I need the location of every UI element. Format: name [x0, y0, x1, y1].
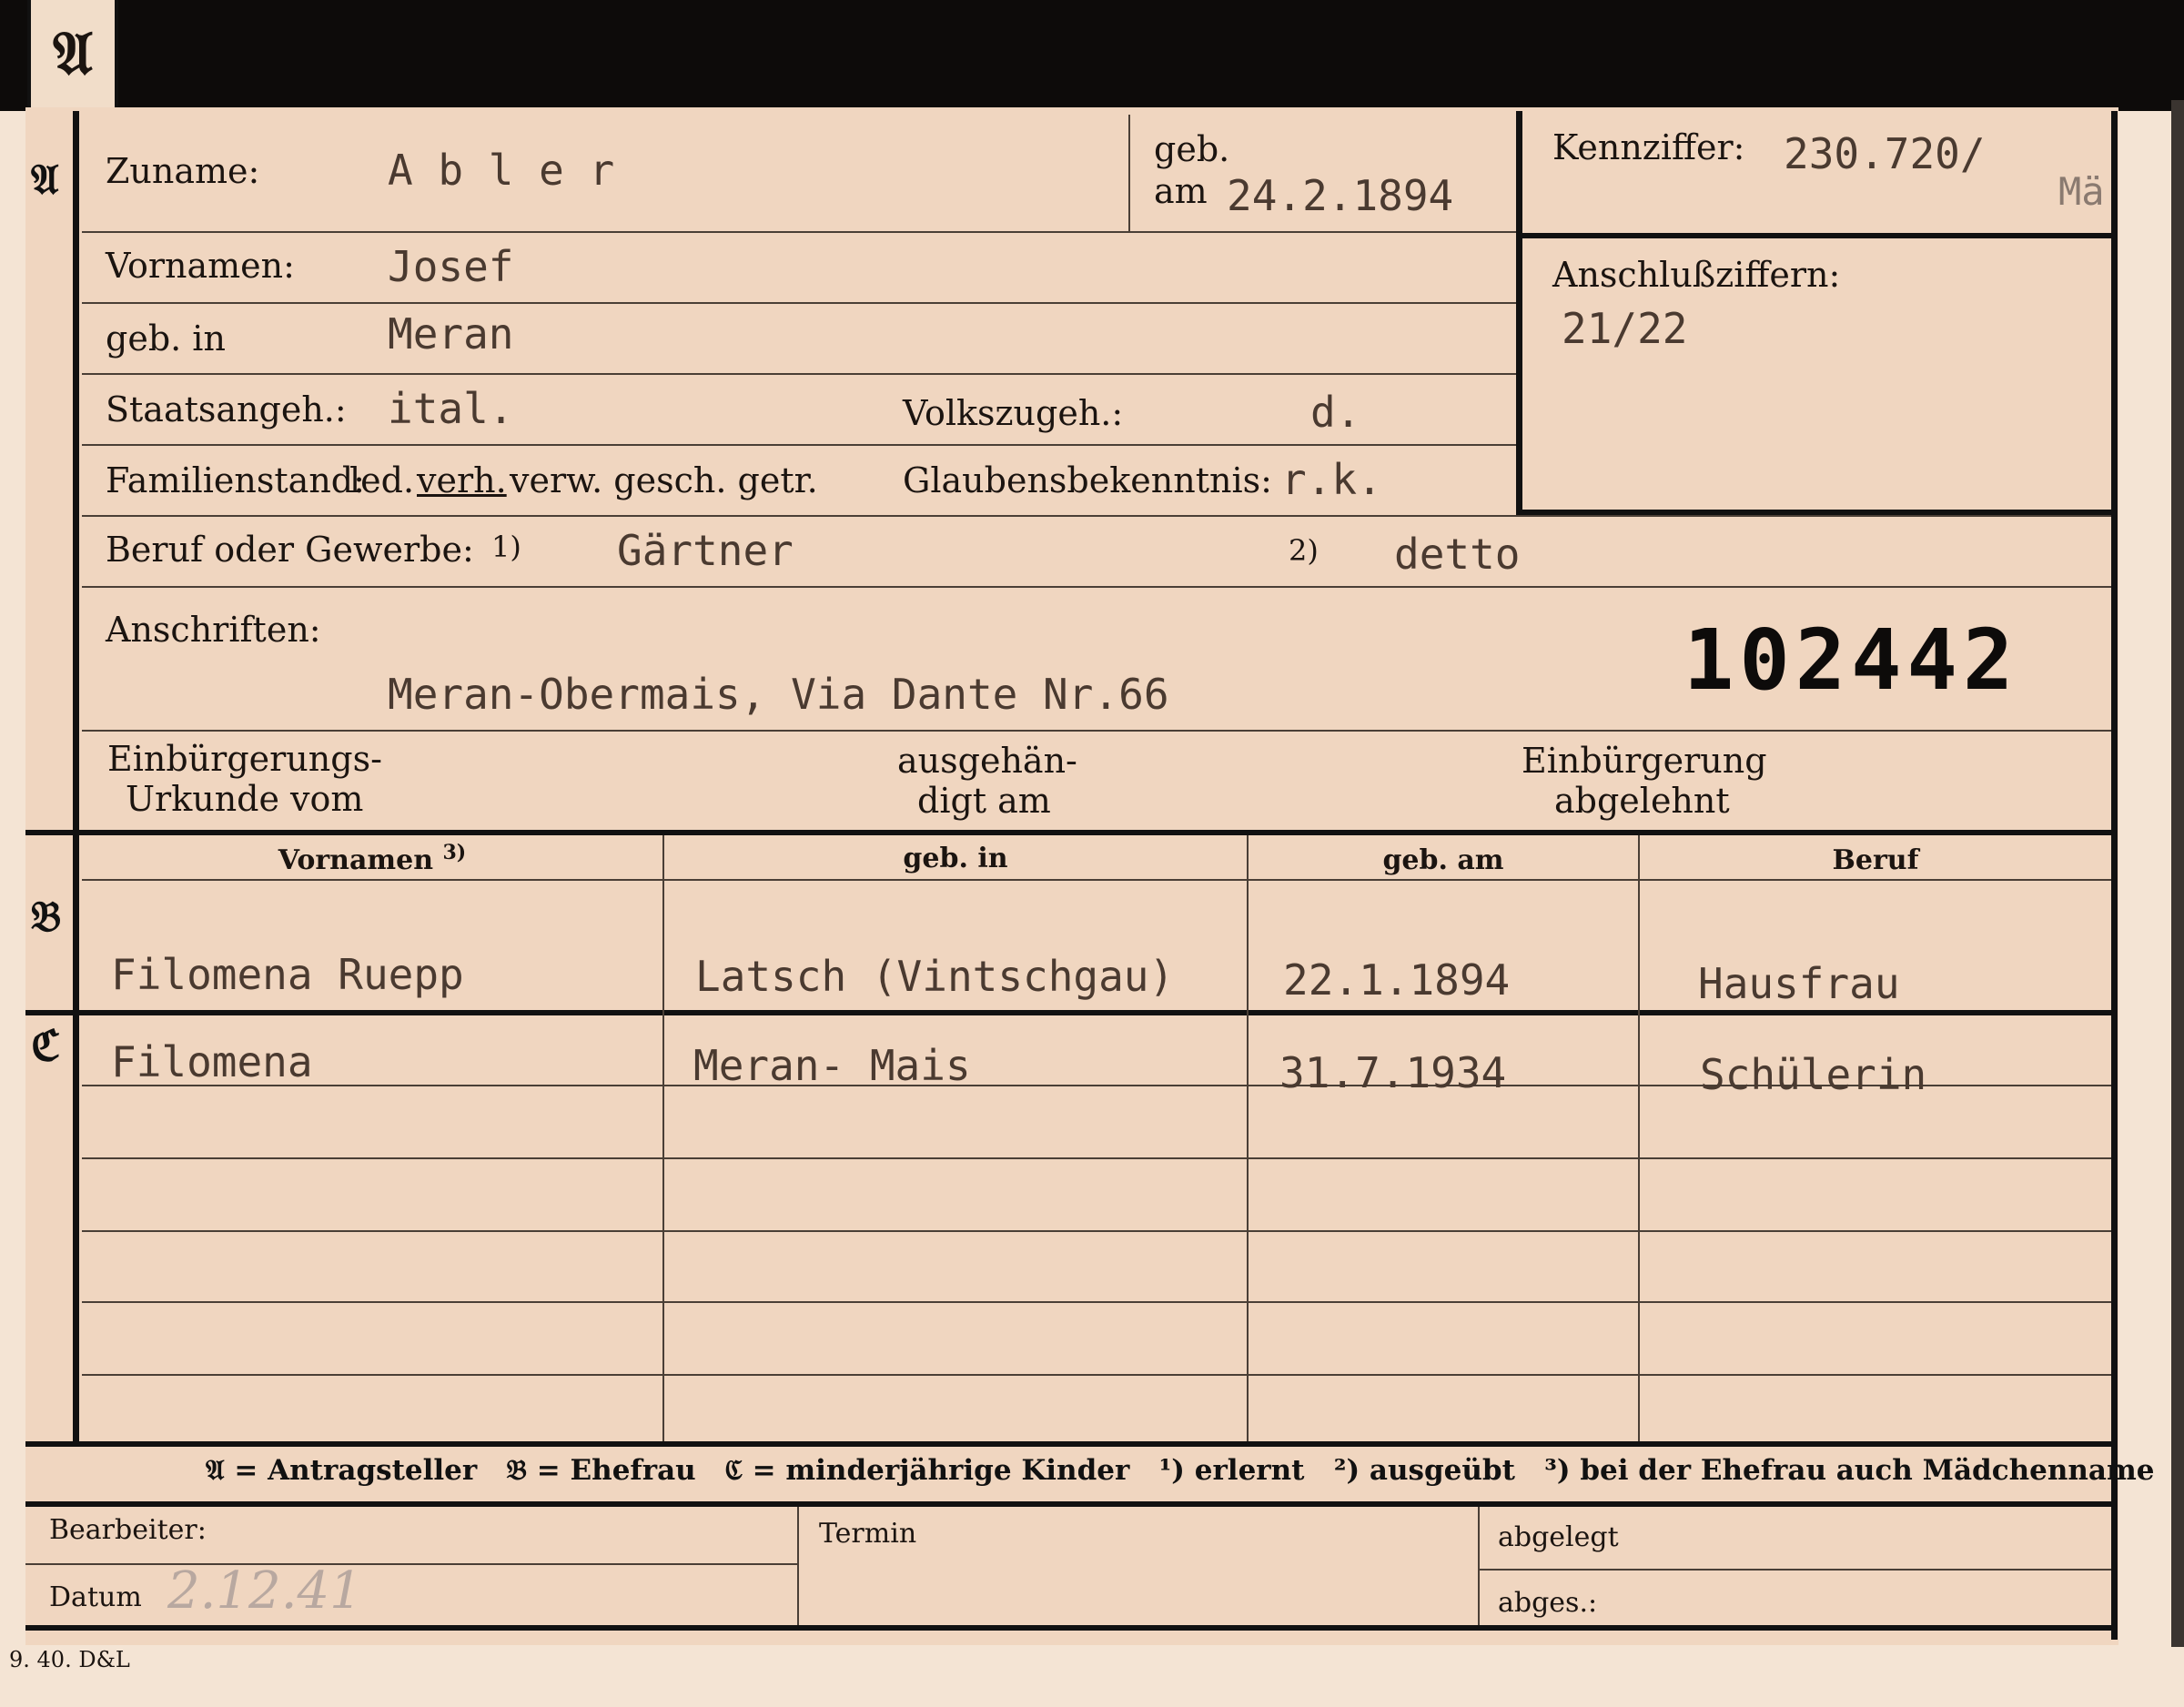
filed-label: abgelegt [1498, 1521, 1619, 1553]
column-header-given-names: Vornamen 3) [278, 841, 467, 876]
profession-2-value: detto [1394, 530, 1521, 579]
profession-2-mark: 2) [1289, 533, 1319, 568]
birth-date-value: 24.2.1894 [1227, 171, 1454, 220]
kennziffer-box-left [1516, 111, 1522, 517]
section-b-letter: 𝔅 [31, 892, 62, 941]
clerk-label: Bearbeiter: [49, 1514, 207, 1546]
citizenship-label: Staatsangeh.: [106, 389, 347, 429]
kennziffer-label: Kennziffer: [1552, 127, 1745, 167]
birth-label-2: am [1154, 171, 1208, 211]
card-bottom [25, 1625, 2111, 1631]
child-birthplace: Meran- Mais [693, 1041, 971, 1090]
profession-1-mark: 1) [491, 530, 521, 564]
date-value-handwritten: 2.12.41 [167, 1561, 362, 1621]
legend-bottom [25, 1501, 2111, 1507]
family-status-option-single: led. [349, 460, 415, 500]
religion-value: r.k. [1281, 455, 1382, 504]
spouse-profession: Hausfrau [1698, 959, 1900, 1008]
anschluss-value: 21/22 [1562, 304, 1688, 353]
legend-text: 𝔄 = Antragsteller 𝔅 = Ehefrau ℭ = minder… [206, 1454, 2155, 1487]
date-label: Datum [49, 1581, 142, 1613]
table-col-divider [1638, 835, 1640, 1441]
handed-over-label-2: digt am [917, 781, 1051, 821]
card-right-edge [2171, 100, 2184, 1647]
family-status-option-other: verw. gesch. getr. [510, 460, 818, 500]
child-profession: Schülerin [1700, 1050, 1927, 1099]
footer-col-divider [797, 1507, 799, 1627]
row-divider [82, 586, 2111, 588]
column-header-birthdate: geb. am [1382, 844, 1504, 876]
section-b-bottom [25, 1010, 2111, 1015]
naturalization-refused-label-2: abgelehnt [1554, 781, 1730, 821]
row-divider [82, 302, 1516, 304]
registration-number: 102442 [1684, 611, 2019, 709]
row-divider [82, 515, 2111, 517]
column-header-mark: 3) [442, 841, 467, 864]
right-border [2111, 111, 2118, 1640]
table-row-line [82, 1374, 2111, 1376]
birthplace-value: Meran [388, 309, 514, 359]
sent-label: abges.: [1498, 1587, 1598, 1619]
left-border [73, 111, 79, 1444]
row-divider [82, 730, 2111, 732]
ethnicity-label: Volkszugeh.: [903, 393, 1124, 433]
top-dark-band [0, 0, 2184, 111]
citizenship-value: ital. [388, 384, 514, 433]
table-bottom [25, 1441, 2111, 1447]
profession-label: Beruf oder Gewerbe: [106, 530, 474, 570]
table-col-divider [1247, 835, 1249, 1441]
row-divider [82, 444, 1516, 446]
given-name-label: Vornamen: [106, 246, 295, 286]
ethnicity-value: d. [1310, 388, 1361, 437]
section-c-letter: ℭ [31, 1021, 61, 1070]
anschluss-label: Anschlußziffern: [1552, 255, 1841, 295]
kennziffer-suffix: Mä [2058, 169, 2105, 214]
table-row-line [82, 1230, 2111, 1232]
col-divider [1128, 115, 1130, 231]
footer-divider [25, 1563, 797, 1565]
child-name: Filomena [111, 1037, 313, 1086]
section-a-bottom [25, 830, 2111, 835]
index-tab: 𝔄 [27, 0, 118, 111]
tab-letter: 𝔄 [53, 17, 93, 88]
naturalization-cert-label-2: Urkunde vom [126, 779, 364, 819]
spouse-name: Filomena Ruepp [111, 950, 464, 999]
handed-over-label-1: ausgehän- [897, 741, 1077, 781]
spouse-birthdate: 22.1.1894 [1283, 955, 1511, 1005]
address-label: Anschriften: [106, 610, 321, 650]
print-mark: 9. 40. D&L [9, 1647, 130, 1672]
surname-value: A b l e r [388, 146, 615, 195]
family-status-label: Familienstand: [106, 460, 365, 500]
table-row-line [82, 1157, 2111, 1159]
kennziffer-box-divider [1516, 233, 2111, 238]
birth-label-1: geb. [1154, 129, 1230, 169]
record-card [25, 107, 2118, 1645]
child-birthdate: 31.7.1934 [1279, 1048, 1507, 1097]
naturalization-cert-label-1: Einbürgerungs- [107, 739, 382, 779]
religion-label: Glaubensbekenntnis: [903, 460, 1272, 500]
kennziffer-value: 230.720/ [1784, 129, 1986, 178]
footer-divider [1480, 1569, 2111, 1571]
column-header-profession: Beruf [1832, 844, 1919, 876]
family-status-option-married: verh. [417, 460, 507, 500]
given-name-value: Josef [388, 242, 514, 291]
row-divider [82, 231, 1516, 233]
naturalization-refused-label-1: Einbürgerung [1522, 741, 1767, 781]
footer-col-divider [1478, 1507, 1480, 1627]
row-divider [82, 373, 1516, 375]
table-col-divider [662, 835, 664, 1441]
term-label: Termin [819, 1518, 917, 1550]
table-header-divider [82, 879, 2111, 881]
column-header-birthplace: geb. in [903, 843, 1008, 874]
surname-label: Zuname: [106, 151, 260, 191]
section-a-letter: 𝔄 [31, 155, 59, 204]
spouse-birthplace: Latsch (Vintschgau) [695, 952, 1175, 1001]
table-row-line [82, 1301, 2111, 1303]
profession-1-value: Gärtner [617, 526, 794, 575]
birthplace-label: geb. in [106, 318, 226, 359]
address-value: Meran-Obermais, Via Dante Nr.66 [388, 670, 1169, 719]
